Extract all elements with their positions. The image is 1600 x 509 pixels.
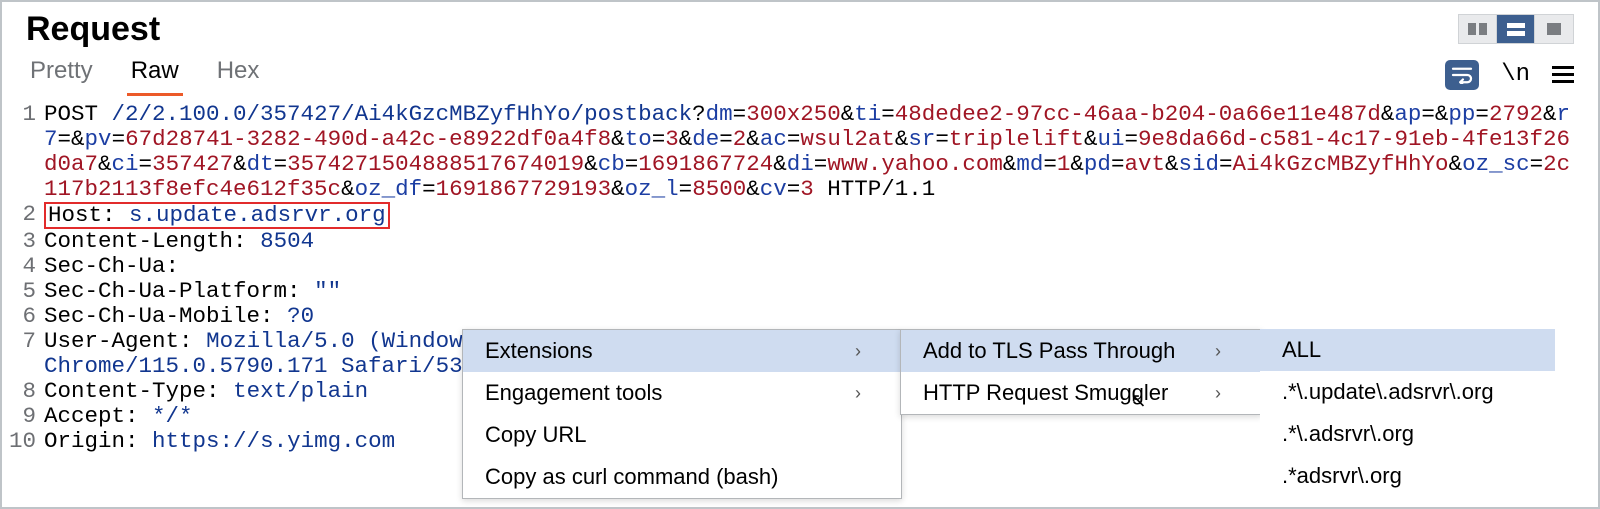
line-number: 1 bbox=[2, 102, 44, 202]
panel-title: Request bbox=[26, 10, 160, 49]
menu-item[interactable]: .*\.adsrvr\.org bbox=[1260, 413, 1555, 455]
line-wrap-button[interactable] bbox=[1445, 60, 1479, 90]
line-number: 10 bbox=[2, 429, 44, 454]
header-line: 2Host: s.update.adsrvr.org bbox=[2, 202, 1598, 229]
menu-item[interactable]: Copy as curl command (bash) bbox=[463, 456, 901, 498]
view-toggle bbox=[1458, 14, 1574, 44]
chevron-right-icon: › bbox=[855, 341, 861, 362]
menu-item-label: Copy as curl command (bash) bbox=[485, 464, 778, 490]
header-line: 5Sec-Ch-Ua-Platform: "" bbox=[2, 279, 1598, 304]
menu-item-label: Copy URL bbox=[485, 422, 586, 448]
line-number: 3 bbox=[2, 229, 44, 254]
chevron-right-icon: › bbox=[1215, 383, 1221, 404]
menu-item-label: Extensions bbox=[485, 338, 593, 364]
line-number: 9 bbox=[2, 404, 44, 429]
tab-hex[interactable]: Hex bbox=[213, 53, 264, 96]
editor-controls: \n bbox=[1445, 60, 1574, 90]
header-line: 3Content-Length: 8504 bbox=[2, 229, 1598, 254]
header-line: 4Sec-Ch-Ua: bbox=[2, 254, 1598, 279]
context-menu: Extensions › Engagement tools › Copy URL Copy… bbox=[462, 329, 902, 499]
menu-item[interactable]: Engagement tools › bbox=[463, 372, 901, 414]
hamburger-icon[interactable] bbox=[1552, 66, 1574, 83]
line-number: 7 bbox=[2, 329, 44, 379]
split-view-button[interactable] bbox=[1459, 15, 1497, 43]
tab-raw[interactable]: Raw bbox=[127, 53, 183, 96]
line-number: 8 bbox=[2, 379, 44, 404]
newline-toggle[interactable]: \n bbox=[1501, 61, 1530, 88]
chevron-right-icon: › bbox=[1215, 341, 1221, 362]
line-number: 2 bbox=[2, 202, 44, 229]
menu-item[interactable]: ALL bbox=[1260, 329, 1555, 371]
menu-item-label: ALL bbox=[1282, 337, 1321, 363]
header-line: 6Sec-Ch-Ua-Mobile: ?0 bbox=[2, 304, 1598, 329]
menu-item-label: Add to TLS Pass Through bbox=[923, 338, 1175, 364]
menu-item[interactable]: .*\.update\.adsrvr\.org bbox=[1260, 371, 1555, 413]
chevron-right-icon: › bbox=[855, 383, 861, 404]
menu-item-label: Engagement tools bbox=[485, 380, 662, 406]
line-number: 4 bbox=[2, 254, 44, 279]
cursor-icon: ↖ bbox=[1130, 388, 1147, 413]
menu-item[interactable]: Copy URL bbox=[463, 414, 901, 456]
line-number: 5 bbox=[2, 279, 44, 304]
request-line: 1 POST /2/2.100.0/357427/Ai4kGzcMBZyfHhY… bbox=[2, 102, 1598, 202]
context-sub-submenu: ALL .*\.update\.adsrvr\.org .*\.adsrvr\.or… bbox=[1260, 329, 1555, 497]
horizontal-view-button[interactable] bbox=[1497, 15, 1535, 43]
menu-item[interactable]: Extensions › bbox=[463, 330, 901, 372]
menu-item[interactable]: .*adsrvr\.org bbox=[1260, 455, 1555, 497]
menu-item-label: .*\.adsrvr\.org bbox=[1282, 421, 1414, 447]
menu-item-label: .*adsrvr\.org bbox=[1282, 463, 1402, 489]
line-wrap-icon bbox=[1451, 66, 1473, 84]
tab-pretty[interactable]: Pretty bbox=[26, 53, 97, 96]
single-view-button[interactable] bbox=[1535, 15, 1573, 43]
context-submenu: Add to TLS Pass Through›HTTP Request Smu… bbox=[900, 329, 1262, 415]
menu-item[interactable]: Add to TLS Pass Through › bbox=[901, 330, 1261, 372]
tabs: Pretty Raw Hex bbox=[26, 53, 263, 96]
menu-item[interactable]: HTTP Request Smuggler› bbox=[901, 372, 1261, 414]
menu-item-label: .*\.update\.adsrvr\.org bbox=[1282, 379, 1494, 405]
line-number: 6 bbox=[2, 304, 44, 329]
